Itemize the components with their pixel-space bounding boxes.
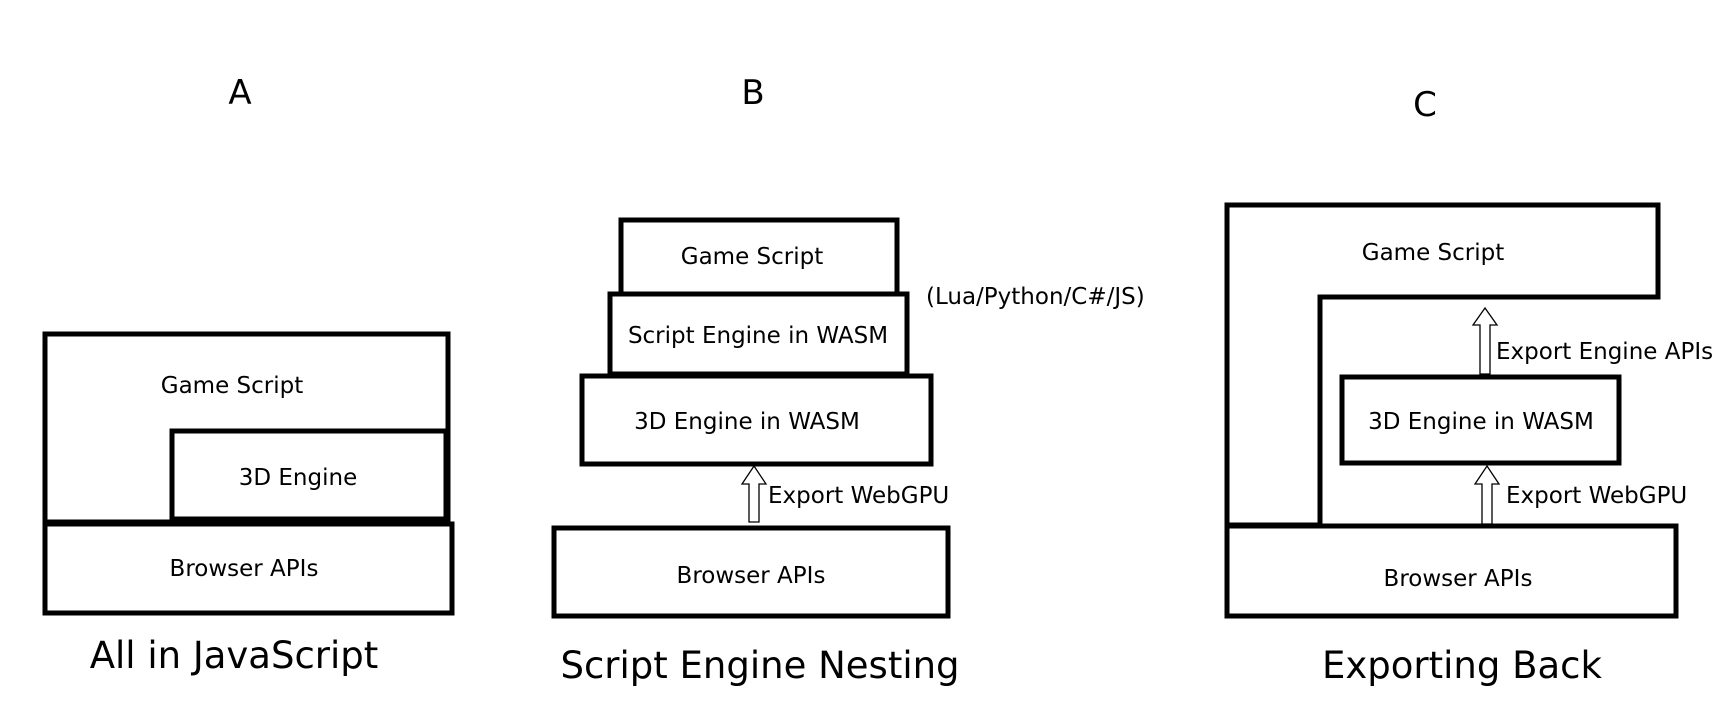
panel-c-game-script-label: Game Script — [1362, 240, 1505, 266]
panel-a-letter: A — [228, 73, 251, 113]
panel-c: C Game Script Export Engine APIs 3D Engi… — [1224, 85, 1713, 687]
panel-b-caption: Script Engine Nesting — [560, 644, 959, 687]
panel-c-engine-apis-arrow-icon — [1471, 306, 1499, 375]
panel-b-engine-label: 3D Engine in WASM — [634, 409, 860, 435]
panel-b-webgpu-arrow-icon — [740, 464, 768, 523]
panel-b-webgpu-label: Export WebGPU — [768, 483, 949, 509]
panel-c-caption: Exporting Back — [1322, 644, 1602, 687]
panel-c-browser-label: Browser APIs — [1384, 566, 1533, 592]
panel-c-webgpu-arrow-icon — [1473, 464, 1501, 525]
panel-c-webgpu-label: Export WebGPU — [1506, 483, 1687, 509]
panel-a-browser-label: Browser APIs — [170, 556, 319, 582]
panel-c-letter: C — [1413, 85, 1437, 125]
panel-a: A Game Script 3D Engine Browser APIs All… — [42, 73, 455, 677]
panel-b-letter: B — [741, 73, 764, 113]
panel-c-engine-label: 3D Engine in WASM — [1368, 409, 1594, 435]
panel-b-browser-label: Browser APIs — [677, 563, 826, 589]
panel-a-game-script-label: Game Script — [161, 373, 304, 399]
panel-b: B Game Script Script Engine in WASM (Lua… — [551, 73, 1145, 687]
panel-b-script-engine-label: Script Engine in WASM — [628, 323, 888, 349]
architecture-diagram: A Game Script 3D Engine Browser APIs All… — [42, 73, 1713, 687]
panel-b-game-script-label: Game Script — [681, 244, 824, 270]
panel-a-engine-label: 3D Engine — [239, 465, 357, 491]
panel-c-engine-apis-label: Export Engine APIs — [1496, 339, 1713, 365]
panel-b-script-languages: (Lua/Python/C#/JS) — [926, 284, 1145, 310]
panel-a-caption: All in JavaScript — [90, 634, 379, 677]
